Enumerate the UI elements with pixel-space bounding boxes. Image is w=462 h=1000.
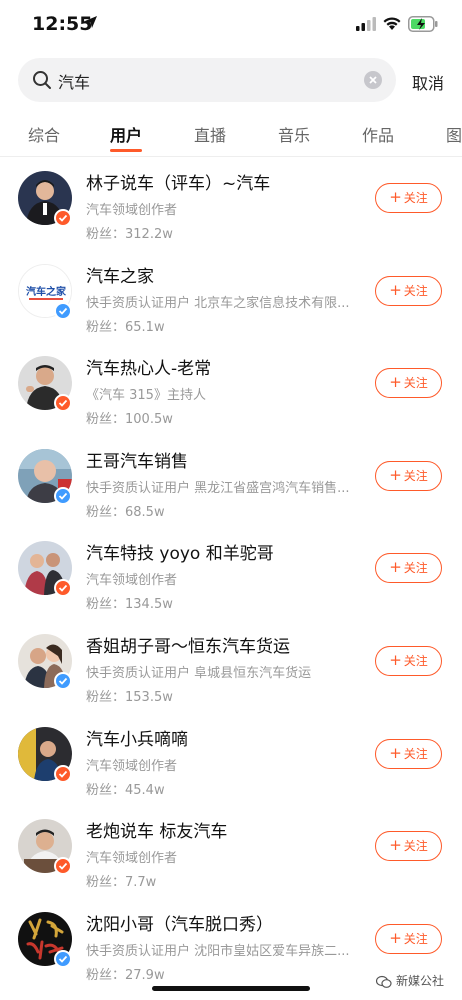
- follow-label: 关注: [403, 653, 428, 668]
- plus-icon: +: [389, 650, 402, 669]
- user-name[interactable]: 汽车热心人-老常: [86, 354, 211, 379]
- verified-badge-icon: [54, 486, 72, 505]
- plus-icon: +: [389, 928, 402, 947]
- user-description: 汽车领域创作者: [86, 203, 178, 218]
- follow-label: 关注: [403, 839, 428, 854]
- watermark: 新媒公社: [376, 972, 444, 989]
- follow-button[interactable]: + 关注: [375, 460, 442, 491]
- user-description: 快手资质认证用户 阜城县恒东汽车货运: [86, 665, 312, 681]
- follow-label: 关注: [403, 283, 428, 298]
- clear-icon[interactable]: [364, 71, 382, 89]
- user-description: 快手资质认证用户 北京车之家信息技术有限...: [86, 295, 350, 311]
- logo-text: 汽车之家: [26, 285, 67, 298]
- creator-badge-icon: [54, 857, 72, 876]
- cellular-signal-icon: [356, 17, 376, 31]
- list-item[interactable]: 林子说车（评车）~汽车 汽车领域创作者 粉丝：312.2w + 关注: [0, 157, 462, 250]
- list-item[interactable]: 汽车热心人-老常 《汽车 315》主持人 粉丝：100.5w + 关注: [0, 342, 462, 435]
- wechat-icon: [376, 975, 392, 988]
- plus-icon: +: [389, 188, 402, 206]
- list-item[interactable]: 王哥汽车销售 快手资质认证用户 黑龙江省盛宫鸿汽车销售... 粉丝：68.5w …: [0, 435, 462, 528]
- status-bar: 12:55: [0, 0, 462, 50]
- location-arrow-icon: [85, 16, 97, 28]
- plus-icon: +: [389, 743, 402, 762]
- tab-live[interactable]: 直播: [194, 122, 226, 146]
- user-name[interactable]: 香姐胡子哥～恒东汽车货运: [86, 632, 290, 657]
- wifi-icon: [383, 17, 401, 30]
- user-description: 汽车领域创作者: [86, 758, 178, 774]
- cancel-button[interactable]: 取消: [412, 70, 444, 94]
- user-name[interactable]: 林子说车（评车）~汽车: [86, 169, 270, 194]
- follow-label: 关注: [403, 191, 428, 205]
- list-item[interactable]: 老炮说车 标友汽车 汽车领域创作者 粉丝：7.7w + 关注: [0, 805, 462, 898]
- user-name[interactable]: 汽车之家: [86, 262, 154, 287]
- follow-button[interactable]: + 关注: [375, 923, 442, 954]
- active-tab-indicator: [110, 149, 142, 152]
- tab-music[interactable]: 音乐: [278, 122, 310, 146]
- user-name[interactable]: 汽车特技 yoyo 和羊驼哥: [86, 539, 274, 564]
- search-input[interactable]: 汽车: [18, 58, 396, 102]
- watermark-text: 新媒公社: [396, 974, 445, 988]
- follow-label: 关注: [403, 746, 428, 761]
- user-description: 《汽车 315》主持人: [86, 388, 206, 404]
- fans-count: 粉丝：312.2w: [86, 227, 173, 242]
- fans-count: 粉丝：153.5w: [86, 689, 173, 705]
- fans-count: 粉丝：134.5w: [86, 597, 173, 613]
- user-name[interactable]: 沈阳小哥（汽车脱口秀）: [86, 910, 273, 935]
- creator-badge-icon: [54, 579, 72, 598]
- fans-count: 粉丝：45.4w: [86, 782, 165, 798]
- follow-label: 关注: [403, 931, 428, 946]
- follow-label: 关注: [403, 376, 428, 391]
- follow-label: 关注: [403, 468, 428, 483]
- list-item[interactable]: 汽车之家 汽车之家 快手资质认证用户 北京车之家信息技术有限... 粉丝：65.…: [0, 250, 462, 343]
- follow-button[interactable]: + 关注: [375, 645, 442, 676]
- follow-button[interactable]: + 关注: [375, 275, 442, 306]
- user-description: 快手资质认证用户 沈阳市皇姑区爱车异族二...: [86, 943, 350, 959]
- creator-badge-icon: [54, 394, 72, 413]
- fans-count: 粉丝：68.5w: [86, 504, 165, 520]
- plus-icon: +: [389, 465, 402, 484]
- follow-button[interactable]: + 关注: [375, 553, 442, 584]
- verified-badge-icon: [54, 301, 72, 320]
- plus-icon: +: [389, 373, 402, 392]
- battery-charging-icon: [408, 16, 438, 32]
- tab-images[interactable]: 图: [446, 122, 462, 146]
- search-row: 汽车 取消: [0, 50, 462, 108]
- user-name[interactable]: 老炮说车 标友汽车: [86, 817, 227, 842]
- screen: 12:55 汽车 取消 综合 用户 直播 音乐 作品 图 林子说车（评车）~汽车…: [0, 0, 462, 1000]
- search-query: 汽车: [58, 73, 91, 92]
- list-item[interactable]: 汽车小兵嘀嘀 汽车领域创作者 粉丝：45.4w + 关注: [0, 713, 462, 806]
- home-indicator[interactable]: [152, 986, 310, 991]
- fans-count: 粉丝：65.1w: [86, 319, 165, 335]
- follow-button[interactable]: + 关注: [375, 183, 442, 213]
- fans-count: 粉丝：27.9w: [86, 967, 165, 983]
- user-list: 林子说车（评车）~汽车 汽车领域创作者 粉丝：312.2w + 关注 汽车之家 汽…: [0, 157, 462, 990]
- verified-badge-icon: [54, 671, 72, 690]
- creator-badge-icon: [54, 209, 72, 227]
- fans-count: 粉丝：100.5w: [86, 412, 173, 428]
- user-description: 汽车领域创作者: [86, 573, 178, 589]
- tab-bar: 综合 用户 直播 音乐 作品 图: [0, 108, 462, 157]
- creator-badge-icon: [54, 764, 72, 783]
- follow-button[interactable]: + 关注: [375, 831, 442, 862]
- search-icon: [33, 71, 51, 89]
- user-name[interactable]: 汽车小兵嘀嘀: [86, 725, 188, 750]
- follow-button[interactable]: + 关注: [375, 738, 442, 769]
- plus-icon: +: [389, 280, 402, 299]
- user-description: 快手资质认证用户 黑龙江省盛宫鸿汽车销售...: [86, 480, 350, 496]
- plus-icon: +: [389, 558, 402, 577]
- verified-badge-icon: [54, 949, 72, 968]
- list-item[interactable]: 香姐胡子哥～恒东汽车货运 快手资质认证用户 阜城县恒东汽车货运 粉丝：153.5…: [0, 620, 462, 713]
- list-item[interactable]: 汽车特技 yoyo 和羊驼哥 汽车领域创作者 粉丝：134.5w + 关注: [0, 527, 462, 620]
- follow-button[interactable]: + 关注: [375, 368, 442, 399]
- tab-users[interactable]: 用户: [110, 122, 142, 146]
- tab-comprehensive[interactable]: 综合: [28, 122, 60, 146]
- user-name[interactable]: 王哥汽车销售: [86, 447, 188, 472]
- fans-count: 粉丝：7.7w: [86, 875, 157, 891]
- tab-works[interactable]: 作品: [362, 122, 394, 146]
- plus-icon: +: [389, 836, 402, 855]
- user-description: 汽车领域创作者: [86, 851, 178, 867]
- follow-label: 关注: [403, 561, 428, 576]
